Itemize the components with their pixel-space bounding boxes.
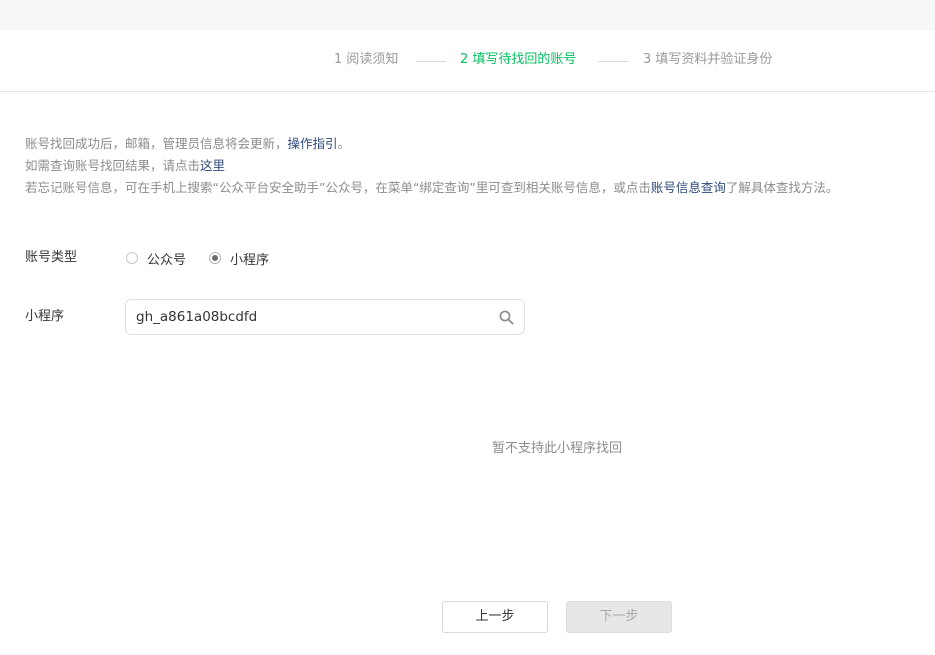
- notice-line-1: 账号找回成功后，邮箱，管理员信息将会更新，操作指引。: [25, 136, 351, 151]
- notice-line-3: 若忘记账号信息，可在手机上搜索“公众平台安全助手”公众号，在菜单“绑定查询”里可…: [25, 180, 839, 195]
- top-bar: [0, 0, 935, 30]
- radio-checked-icon: [209, 252, 221, 264]
- radio-miniprogram[interactable]: 小程序: [209, 249, 269, 268]
- miniprogram-label: 小程序: [25, 309, 65, 324]
- radio-unchecked-icon: [126, 252, 138, 264]
- miniprogram-search-input[interactable]: [136, 300, 486, 334]
- account-info-query-link[interactable]: 账号信息查询: [651, 180, 726, 195]
- account-type-label: 账号类型: [25, 250, 78, 265]
- step-divider: [416, 61, 446, 62]
- guide-link[interactable]: 操作指引: [288, 136, 338, 151]
- search-icon[interactable]: [499, 310, 514, 325]
- step-1: 1 阅读须知: [334, 52, 399, 67]
- result-message: 暂不支持此小程序找回: [491, 441, 622, 456]
- step-2-active: 2 填写待找回的账号: [460, 52, 577, 67]
- step-3: 3 填写资料并验证身份: [643, 52, 773, 67]
- next-step-button[interactable]: 下一步: [566, 601, 672, 633]
- radio-official-account[interactable]: 公众号: [126, 249, 186, 268]
- result-here-link[interactable]: 这里: [200, 158, 225, 173]
- prev-step-button[interactable]: 上一步: [442, 601, 548, 633]
- miniprogram-search-box: [125, 299, 525, 335]
- notice-line-2: 如需查询账号找回结果，请点击这里: [25, 158, 226, 173]
- step-indicator: 1 阅读须知 2 填写待找回的账号 3 填写资料并验证身份: [0, 30, 935, 92]
- step-divider: [598, 61, 628, 62]
- notice-text: 账号找回成功后，邮箱，管理员信息将会更新，操作指引。 如需查询账号找回结果，请点…: [25, 133, 838, 199]
